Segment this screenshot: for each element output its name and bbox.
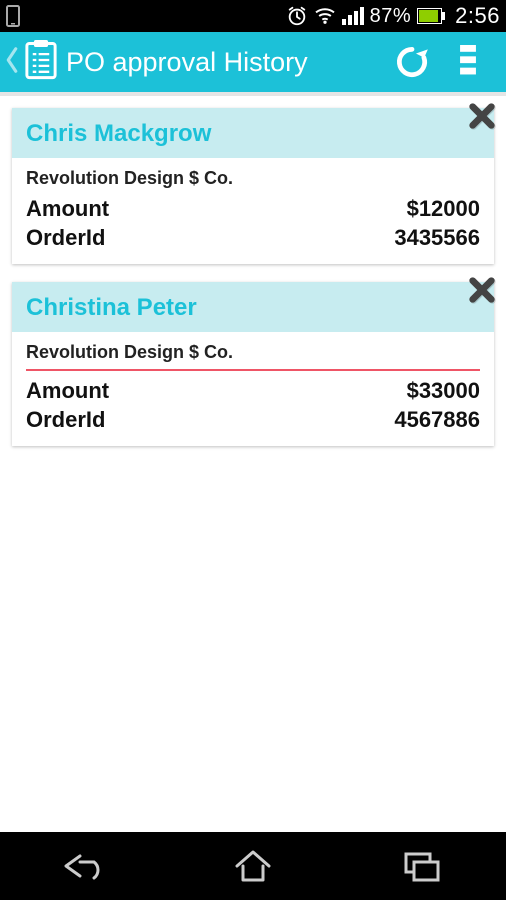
cell-signal-icon — [342, 7, 364, 25]
divider — [26, 369, 480, 371]
clipboard-icon — [24, 40, 58, 85]
battery-icon — [417, 8, 445, 24]
status-time: 2:56 — [455, 3, 500, 29]
orderid-value: 4567886 — [394, 406, 480, 435]
orderid-label: OrderId — [26, 406, 105, 435]
content-area: Chris Mackgrow Revolution Design $ Co. Amo… — [0, 96, 506, 832]
nav-home-button[interactable] — [193, 836, 313, 896]
battery-percent: 87% — [370, 5, 412, 28]
nav-back-button[interactable] — [24, 836, 144, 896]
po-card: Christina Peter Revolution Design $ Co. Am… — [12, 282, 494, 446]
amount-label: Amount — [26, 377, 109, 406]
card-header[interactable]: Christina Peter — [12, 282, 494, 332]
orderid-row: OrderId 4567886 — [26, 406, 480, 435]
amount-value: $12000 — [407, 195, 480, 224]
nav-recent-button[interactable] — [362, 836, 482, 896]
alarm-icon — [286, 5, 308, 27]
amount-label: Amount — [26, 195, 109, 224]
amount-row: Amount $12000 — [26, 195, 480, 224]
close-card-button[interactable] — [462, 270, 502, 310]
amount-row: Amount $33000 — [26, 377, 480, 406]
phone-outline-icon — [6, 5, 20, 27]
wifi-icon — [314, 7, 336, 25]
orderid-value: 3435566 — [394, 224, 480, 253]
back-button[interactable] — [4, 45, 20, 80]
menu-button[interactable] — [440, 34, 496, 90]
company-name: Revolution Design $ Co. — [26, 342, 480, 363]
orderid-row: OrderId 3435566 — [26, 224, 480, 253]
card-body: Revolution Design $ Co.Amount$12000Order… — [12, 158, 494, 264]
po-card: Chris Mackgrow Revolution Design $ Co. Amo… — [12, 108, 494, 264]
amount-value: $33000 — [407, 377, 480, 406]
requester-name: Chris Mackgrow — [26, 120, 480, 148]
card-header[interactable]: Chris Mackgrow — [12, 108, 494, 158]
orderid-label: OrderId — [26, 224, 105, 253]
refresh-button[interactable] — [384, 34, 440, 90]
page-title: PO approval History — [66, 47, 384, 78]
close-card-button[interactable] — [462, 96, 502, 136]
requester-name: Christina Peter — [26, 294, 480, 322]
system-nav-bar — [0, 832, 506, 900]
app-bar: PO approval History — [0, 32, 506, 96]
card-body: Revolution Design $ Co.Amount$33000Order… — [12, 332, 494, 446]
company-name: Revolution Design $ Co. — [26, 168, 480, 189]
status-bar: 87% 2:56 — [0, 0, 506, 32]
